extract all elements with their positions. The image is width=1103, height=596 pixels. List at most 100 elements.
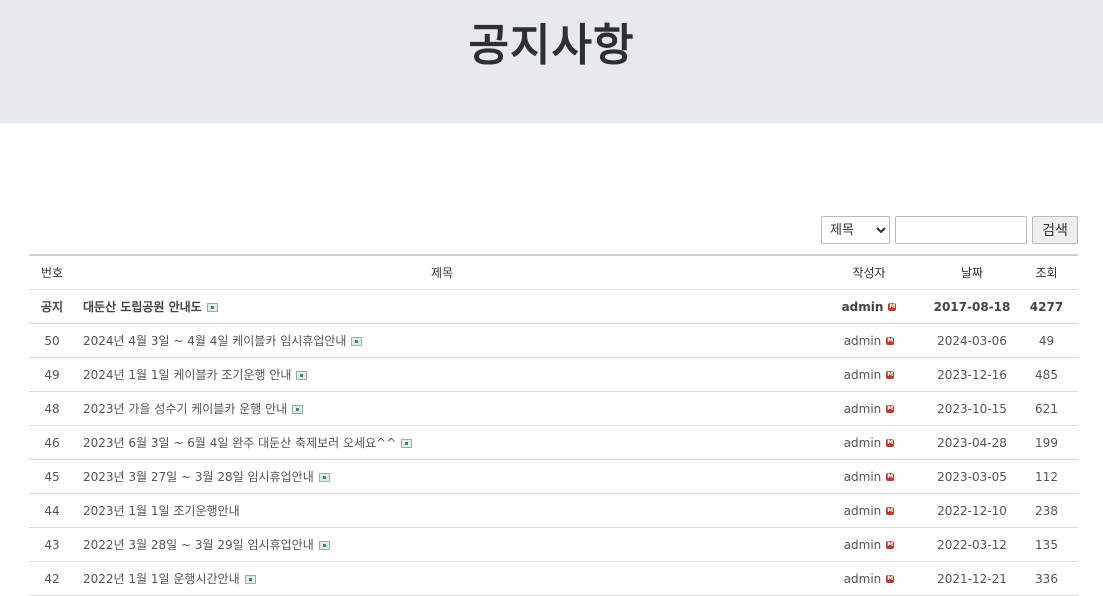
row-title-link[interactable]: 2024년 1월 1일 케이블카 조기운행 안내 — [83, 368, 291, 382]
table-row[interactable]: 48 2023년 가을 성수기 케이블카 운행 안내 admin M 2023-10-1… — [29, 392, 1078, 426]
row-author-cell: admin M — [809, 494, 929, 528]
row-author[interactable]: admin — [844, 572, 882, 586]
mail-icon[interactable]: M — [886, 541, 895, 549]
row-author-cell: admin M — [809, 324, 929, 358]
row-date: 2022-12-10 — [937, 503, 1007, 518]
row-author[interactable]: admin — [844, 504, 882, 518]
row-author-cell: admin M — [809, 562, 929, 596]
row-views: 135 — [1035, 537, 1058, 552]
row-title-cell: 2022년 1월 1일 운행시간안내 — [75, 562, 809, 596]
column-header-author: 작성자 — [852, 266, 886, 280]
row-number: 44 — [44, 503, 60, 518]
attachment-image-icon — [292, 405, 304, 414]
row-number: 공지 — [40, 300, 64, 314]
mail-icon[interactable]: M — [886, 371, 895, 379]
row-title-cell: 2023년 가을 성수기 케이블카 운행 안내 — [75, 392, 809, 426]
row-views: 485 — [1035, 367, 1058, 382]
attachment-image-icon — [318, 541, 330, 550]
row-number: 50 — [44, 333, 60, 348]
table-row[interactable]: 50 2024년 4월 3일 ~ 4월 4일 케이블카 임시휴업안내 admin M 2… — [29, 324, 1078, 358]
mail-icon[interactable]: M — [886, 405, 895, 413]
row-title-link[interactable]: 2024년 4월 3일 ~ 4월 4일 케이블카 임시휴업안내 — [83, 334, 346, 348]
row-views: 49 — [1038, 333, 1055, 348]
attachment-image-icon — [318, 473, 330, 482]
row-date: 2023-04-28 — [937, 435, 1007, 450]
row-author[interactable]: admin — [844, 368, 882, 382]
row-title-cell: 2024년 4월 3일 ~ 4월 4일 케이블카 임시휴업안내 — [75, 324, 809, 358]
row-number: 43 — [44, 537, 60, 552]
row-author-cell: admin M — [809, 528, 929, 562]
row-author[interactable]: admin — [844, 334, 882, 348]
row-author[interactable]: admin — [842, 300, 884, 314]
row-number: 49 — [44, 367, 60, 382]
row-number: 48 — [44, 401, 60, 416]
column-header-date: 날짜 — [960, 266, 984, 280]
row-number: 45 — [44, 469, 60, 484]
row-date: 2023-12-16 — [937, 367, 1007, 382]
row-title-cell: 대둔산 도립공원 안내도 — [75, 290, 809, 324]
notice-table: 번호 제목 작성자 날짜 조회 공지 대둔산 도립공원 안내도 admin M 2017… — [29, 254, 1078, 596]
table-row[interactable]: 공지 대둔산 도립공원 안내도 admin M 2017-08-18 4277 — [29, 290, 1078, 324]
row-number: 42 — [44, 571, 60, 586]
search-bar: 제목 검색 — [821, 216, 1078, 244]
row-title-link[interactable]: 대둔산 도립공원 안내도 — [83, 300, 202, 314]
search-button[interactable]: 검색 — [1032, 216, 1078, 244]
row-views: 4277 — [1029, 299, 1064, 314]
table-row[interactable]: 45 2023년 3월 27일 ~ 3월 28일 임시휴업안내 admin M 2023… — [29, 460, 1078, 494]
attachment-image-icon — [351, 337, 363, 346]
row-number: 46 — [44, 435, 60, 450]
attachment-image-icon — [401, 439, 413, 448]
column-header-title: 제목 — [430, 266, 454, 280]
column-header-num: 번호 — [40, 266, 64, 280]
row-author-cell: admin M — [809, 290, 929, 324]
mail-icon[interactable]: M — [888, 303, 897, 311]
row-title-cell: 2023년 3월 27일 ~ 3월 28일 임시휴업안내 — [75, 460, 809, 494]
row-date: 2023-10-15 — [937, 401, 1007, 416]
mail-icon[interactable]: M — [886, 439, 895, 447]
row-author-cell: admin M — [809, 358, 929, 392]
mail-icon[interactable]: M — [886, 337, 895, 345]
row-date: 2023-03-05 — [937, 469, 1007, 484]
column-header-views: 조회 — [1035, 266, 1058, 280]
row-author[interactable]: admin — [844, 538, 882, 552]
row-author-cell: admin M — [809, 460, 929, 494]
table-row[interactable]: 42 2022년 1월 1일 운행시간안내 admin M 2021-12-21 336 — [29, 562, 1078, 596]
attachment-image-icon — [244, 575, 256, 584]
row-title-cell: 2023년 1월 1일 조기운행안내 — [75, 494, 809, 528]
row-author[interactable]: admin — [844, 470, 882, 484]
row-title-link[interactable]: 2022년 3월 28일 ~ 3월 29일 임시휴업안내 — [83, 538, 314, 552]
page-title: 공지사항 — [468, 20, 635, 71]
row-date: 2024-03-06 — [937, 333, 1007, 348]
row-title-cell: 2024년 1월 1일 케이블카 조기운행 안내 — [75, 358, 809, 392]
row-title-link[interactable]: 2023년 가을 성수기 케이블카 운행 안내 — [83, 402, 287, 416]
row-title-link[interactable]: 2022년 1월 1일 운행시간안내 — [83, 572, 240, 586]
row-title-cell: 2023년 6월 3일 ~ 6월 4일 완주 대둔산 축제보러 오세요^^ — [75, 426, 809, 460]
table-row[interactable]: 43 2022년 3월 28일 ~ 3월 29일 임시휴업안내 admin M 2022… — [29, 528, 1078, 562]
row-author-cell: admin M — [809, 392, 929, 426]
page-banner: 공지사항 — [0, 0, 1103, 123]
row-views: 336 — [1035, 571, 1058, 586]
row-views: 621 — [1035, 401, 1058, 416]
table-row[interactable]: 46 2023년 6월 3일 ~ 6월 4일 완주 대둔산 축제보러 오세요^^ a… — [29, 426, 1078, 460]
row-author-cell: admin M — [809, 426, 929, 460]
attachment-image-icon — [206, 303, 218, 312]
row-author[interactable]: admin — [844, 436, 882, 450]
table-row[interactable]: 44 2023년 1월 1일 조기운행안내 admin M 2022-12-10 238 — [29, 494, 1078, 528]
row-author[interactable]: admin — [844, 402, 882, 416]
row-date: 2017-08-18 — [933, 299, 1011, 314]
row-date: 2021-12-21 — [937, 571, 1007, 586]
row-title-cell: 2022년 3월 28일 ~ 3월 29일 임시휴업안내 — [75, 528, 809, 562]
mail-icon[interactable]: M — [886, 507, 895, 515]
row-views: 238 — [1035, 503, 1058, 518]
row-views: 199 — [1035, 435, 1058, 450]
mail-icon[interactable]: M — [886, 575, 895, 583]
row-title-link[interactable]: 2023년 6월 3일 ~ 6월 4일 완주 대둔산 축제보러 오세요^^ — [83, 436, 396, 450]
row-title-link[interactable]: 2023년 3월 27일 ~ 3월 28일 임시휴업안내 — [83, 470, 314, 484]
table-row[interactable]: 49 2024년 1월 1일 케이블카 조기운행 안내 admin M 2023-12-… — [29, 358, 1078, 392]
mail-icon[interactable]: M — [886, 473, 895, 481]
attachment-image-icon — [296, 371, 308, 380]
row-title-link[interactable]: 2023년 1월 1일 조기운행안내 — [83, 504, 240, 518]
row-views: 112 — [1035, 469, 1058, 484]
search-field-select[interactable]: 제목 — [821, 216, 890, 244]
search-input[interactable] — [895, 216, 1027, 244]
